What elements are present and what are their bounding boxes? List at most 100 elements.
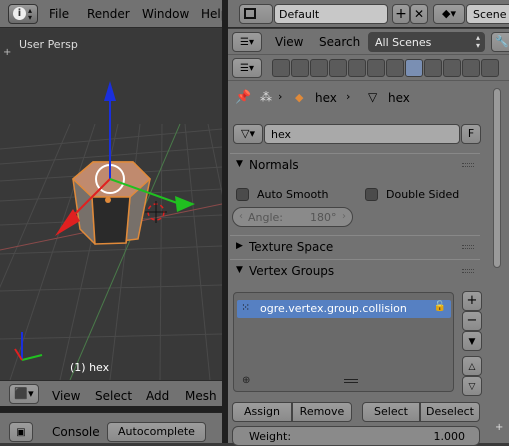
modifiers-context-tab[interactable] [386,59,404,77]
breadcrumb-mesh: hex [388,91,410,105]
fake-user-button[interactable]: F [461,124,481,144]
scene-selector-button[interactable]: ◆▾ [433,4,465,24]
properties-menu-search[interactable]: Search [319,35,360,49]
weight-label: Weight: [249,430,292,443]
chevron-updown-icon: ▴ ▾ [28,6,33,22]
search-filter-button[interactable]: 🔧 [491,32,509,52]
context-menu-button[interactable]: ☰▾ [232,58,262,78]
console-header: ▣ Console Autocomplete [0,412,222,443]
viewport-editor-type-button[interactable]: ⬛▾ [9,384,39,404]
weight-slider[interactable]: Weight: 1.000 [232,426,480,446]
double-sided-label: Double Sided [386,188,460,201]
3d-viewport[interactable]: + User Persp (1) hex [0,29,222,380]
properties-header: ☰▾ View Search All Scenes ▴ ▾ 🔧 [228,29,509,55]
breadcrumb-object: hex [315,91,337,105]
mesh-data-context-tab[interactable] [405,59,423,77]
mesh-icon: ▽▾ [241,127,255,140]
properties-editor-type-button[interactable]: ☰▾ [232,32,262,52]
panel-expanded-icon: ▼ [236,265,243,275]
layout-icon [244,8,256,19]
vertex-groups-panel-header[interactable]: ▼ Vertex Groups [230,259,480,281]
scene-context-tab[interactable] [310,59,328,77]
scene-scope-value: All Scenes [375,36,432,49]
mesh-name: hex [271,128,292,141]
viewport-menu-mesh[interactable]: Mesh [185,389,217,403]
texture-context-tab[interactable] [443,59,461,77]
editor-type-info-button[interactable]: i ▴ ▾ [8,4,38,24]
vertex-group-specials-button[interactable]: ▼ [462,331,482,351]
chevron-right-icon: › [342,211,346,222]
screen-layout-button[interactable] [239,4,273,24]
scene-scope-dropdown[interactable]: All Scenes ▴ ▾ [368,32,485,52]
chevron-down-icon: ▼ [468,337,476,347]
vertex-groups-panel-title: Vertex Groups [249,264,335,278]
list-resize-grip-icon[interactable] [344,379,358,383]
remove-layout-button[interactable]: ✕ [410,4,428,24]
properties-context-tabs: ☰▾ [228,55,509,81]
deselect-button[interactable]: Deselect [420,402,480,422]
render-layers-context-tab[interactable] [291,59,309,77]
remove-vertex-group-button[interactable]: − [462,311,482,331]
properties-menu-view[interactable]: View [275,35,303,49]
chevron-updown-icon: ▴ ▾ [475,33,480,50]
scene-icon: ◆▾ [442,7,456,20]
menu-file[interactable]: File [49,7,69,21]
unlock-icon[interactable]: 🔓 [434,301,446,312]
particles-context-tab[interactable] [462,59,480,77]
pin-icon[interactable]: 📌 [235,90,251,105]
scene-data-icon: ⁂ [260,90,272,104]
normals-panel-header[interactable]: ▼ Normals [230,153,480,175]
close-icon: ✕ [413,7,425,21]
viewport-scene [0,81,222,380]
list-filter-plus-icon[interactable]: ⊕ [242,375,250,386]
mesh-name-field[interactable]: hex [264,124,460,144]
mesh-browse-button[interactable]: ▽▾ [233,124,263,144]
add-vertex-group-button[interactable]: + [462,291,482,311]
triangle-up-icon: △ [468,362,476,372]
constraints-context-tab[interactable] [367,59,385,77]
auto-smooth-label: Auto Smooth [257,188,329,201]
console-tab[interactable]: Console [52,425,100,439]
panel-grip-icon[interactable] [462,245,474,249]
context-icon: ☰▾ [240,63,254,74]
assign-button[interactable]: Assign [232,402,292,422]
texture-space-panel-header[interactable]: ▶ Texture Space [230,235,480,257]
chevron-right-icon: › [278,90,283,103]
hex-mesh [71,161,152,245]
material-context-tab[interactable] [424,59,442,77]
physics-context-tab[interactable] [481,59,499,77]
console-editor-button[interactable]: ▣ [9,422,33,442]
screen-layout-field[interactable]: Default [274,4,388,24]
menu-render[interactable]: Render [87,7,130,21]
viewport-menu-select[interactable]: Select [95,389,132,403]
vertex-group-icon: ⁙ [241,301,251,314]
viewport-menu-add[interactable]: Add [146,389,169,403]
world-context-tab[interactable] [329,59,347,77]
view-label: User Persp [19,38,78,51]
render-context-tab[interactable] [272,59,290,77]
object-context-tab[interactable] [348,59,366,77]
info-icon: i [13,7,26,20]
auto-smooth-checkbox[interactable] [236,188,249,201]
corner-plus-icon[interactable]: + [495,422,503,433]
remove-button[interactable]: Remove [292,402,352,422]
vertex-group-item[interactable]: ⁙ ogre.vertex.group.collision 🔓 [237,300,451,318]
triangle-down-icon: ▽ [468,382,476,392]
top-header-bar: i ▴ ▾ File Render Window Help Default + ✕… [0,0,509,28]
add-layout-button[interactable]: + [392,4,410,24]
select-button[interactable]: Select [362,402,420,422]
panel-grip-icon[interactable] [462,163,474,167]
autocomplete-button[interactable]: Autocomplete [107,422,206,442]
panel-grip-icon[interactable] [462,269,474,273]
double-sided-checkbox[interactable] [365,188,378,201]
scene-name-field[interactable]: Scene [466,4,509,24]
screen-layout-name: Default [279,8,320,21]
viewport-header: ⬛▾ View Select Add Mesh [0,380,222,406]
move-group-down-button[interactable]: ▽ [462,376,482,396]
properties-scrollbar[interactable] [493,88,501,268]
corner-plus-icon[interactable]: + [3,47,11,58]
move-group-up-button[interactable]: △ [462,356,482,376]
menu-window[interactable]: Window [142,7,189,21]
vertex-group-name: ogre.vertex.group.collision [260,302,407,315]
viewport-menu-view[interactable]: View [52,389,80,403]
